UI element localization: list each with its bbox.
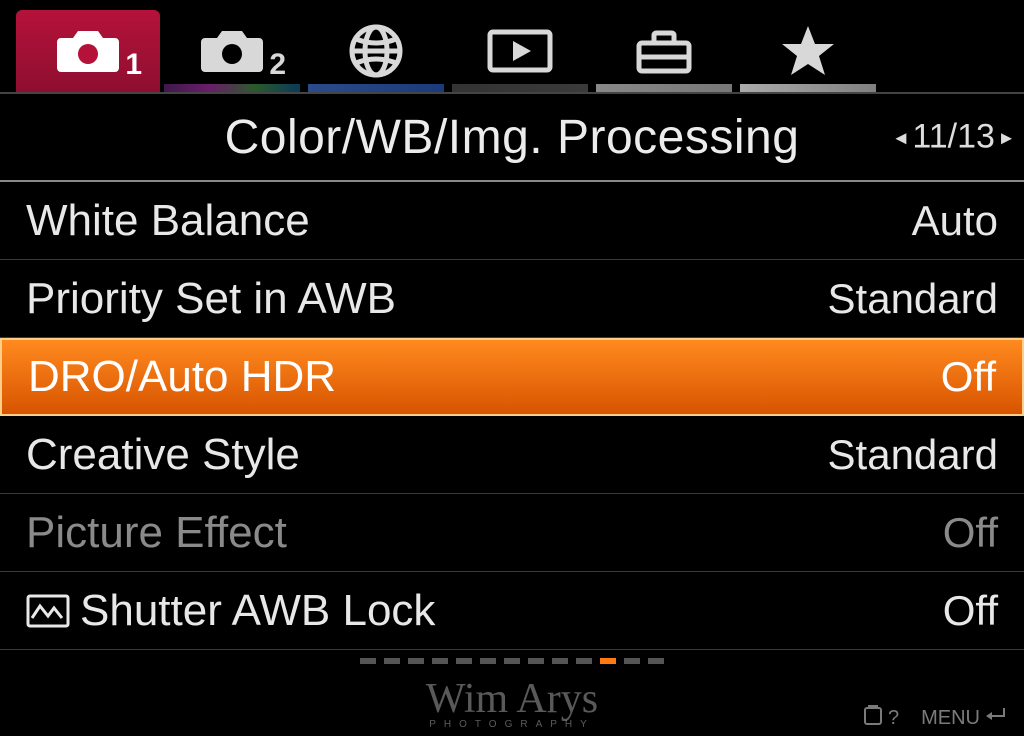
- tab-underline: [308, 84, 444, 92]
- menu-item-label: White Balance: [26, 196, 310, 246]
- page-dot: [360, 658, 376, 664]
- menu-item-label: Creative Style: [26, 430, 300, 480]
- tab-camera-1-badge: 1: [125, 48, 142, 82]
- tab-underline: [452, 84, 588, 92]
- menu-item-label: DRO/Auto HDR: [28, 352, 336, 402]
- delete-icon: [862, 704, 884, 732]
- page-label: 11/13: [912, 118, 995, 157]
- tab-network[interactable]: [304, 10, 448, 92]
- watermark-name: Wim Arys: [426, 678, 598, 720]
- menu-item-label: Picture Effect: [26, 508, 287, 558]
- camera-icon: [55, 26, 121, 76]
- menu-item-value: Off: [943, 509, 998, 557]
- help-hint[interactable]: ?: [862, 704, 899, 732]
- page-dot: [648, 658, 664, 664]
- menu-item-value: Off: [941, 353, 996, 401]
- menu-hint-label: MENU: [921, 707, 980, 730]
- menu-item-priority-awb[interactable]: Priority Set in AWB Standard: [0, 260, 1024, 338]
- menu-item-white-balance[interactable]: White Balance Auto: [0, 182, 1024, 260]
- menu-item-picture-effect: Picture Effect Off: [0, 494, 1024, 572]
- menu-item-dro-auto-hdr[interactable]: DRO/Auto HDR Off: [0, 338, 1024, 416]
- page-dot-current: [600, 658, 616, 664]
- star-icon: [779, 23, 837, 79]
- help-hint-label: ?: [888, 707, 899, 730]
- tab-underline: [164, 84, 300, 92]
- awb-lock-icon: [26, 593, 70, 629]
- menu-list: White Balance Auto Priority Set in AWB S…: [0, 182, 1024, 650]
- tab-favorites[interactable]: [736, 10, 880, 92]
- page-dot: [528, 658, 544, 664]
- menu-item-creative-style[interactable]: Creative Style Standard: [0, 416, 1024, 494]
- page-indicator[interactable]: ◂ 11/13 ▸: [895, 118, 1012, 157]
- menu-item-value: Standard: [828, 431, 998, 479]
- menu-item-value: Standard: [828, 275, 998, 323]
- page-dot: [504, 658, 520, 664]
- page-dot: [480, 658, 496, 664]
- globe-icon: [347, 22, 405, 80]
- section-header: Color/WB/Img. Processing ◂ 11/13 ▸: [0, 92, 1024, 182]
- page-next-icon: ▸: [1001, 124, 1012, 150]
- page-dot: [456, 658, 472, 664]
- playback-icon: [487, 27, 553, 75]
- tab-toolbox[interactable]: [592, 10, 736, 92]
- page-dot: [408, 658, 424, 664]
- menu-item-label: Priority Set in AWB: [26, 274, 396, 324]
- tab-camera-2-badge: 2: [269, 48, 286, 82]
- page-dot: [432, 658, 448, 664]
- page-dot: [576, 658, 592, 664]
- top-tab-bar: 1 2: [0, 0, 1024, 92]
- menu-item-shutter-awb-lock[interactable]: Shutter AWB Lock Off: [0, 572, 1024, 650]
- menu-item-value: Off: [943, 587, 998, 635]
- page-prev-icon: ◂: [895, 124, 906, 150]
- tab-playback[interactable]: [448, 10, 592, 92]
- return-icon: [984, 706, 1006, 730]
- tab-underline: [596, 84, 732, 92]
- footer-hints: ? MENU: [862, 704, 1006, 732]
- page-dot: [552, 658, 568, 664]
- section-title: Color/WB/Img. Processing: [225, 110, 800, 165]
- menu-item-label: Shutter AWB Lock: [26, 586, 435, 636]
- watermark-sub: PHOTOGRAPHY: [426, 720, 598, 730]
- toolbox-icon: [634, 27, 694, 75]
- tab-camera-1[interactable]: 1: [16, 10, 160, 92]
- tab-underline: [740, 84, 876, 92]
- page-dot: [384, 658, 400, 664]
- camera-icon: [199, 26, 265, 76]
- page-dot: [624, 658, 640, 664]
- tab-camera-2[interactable]: 2: [160, 10, 304, 92]
- page-dots: [0, 658, 1024, 664]
- menu-item-value: Auto: [912, 197, 998, 245]
- menu-hint[interactable]: MENU: [921, 706, 1006, 730]
- watermark: Wim Arys PHOTOGRAPHY: [426, 678, 598, 730]
